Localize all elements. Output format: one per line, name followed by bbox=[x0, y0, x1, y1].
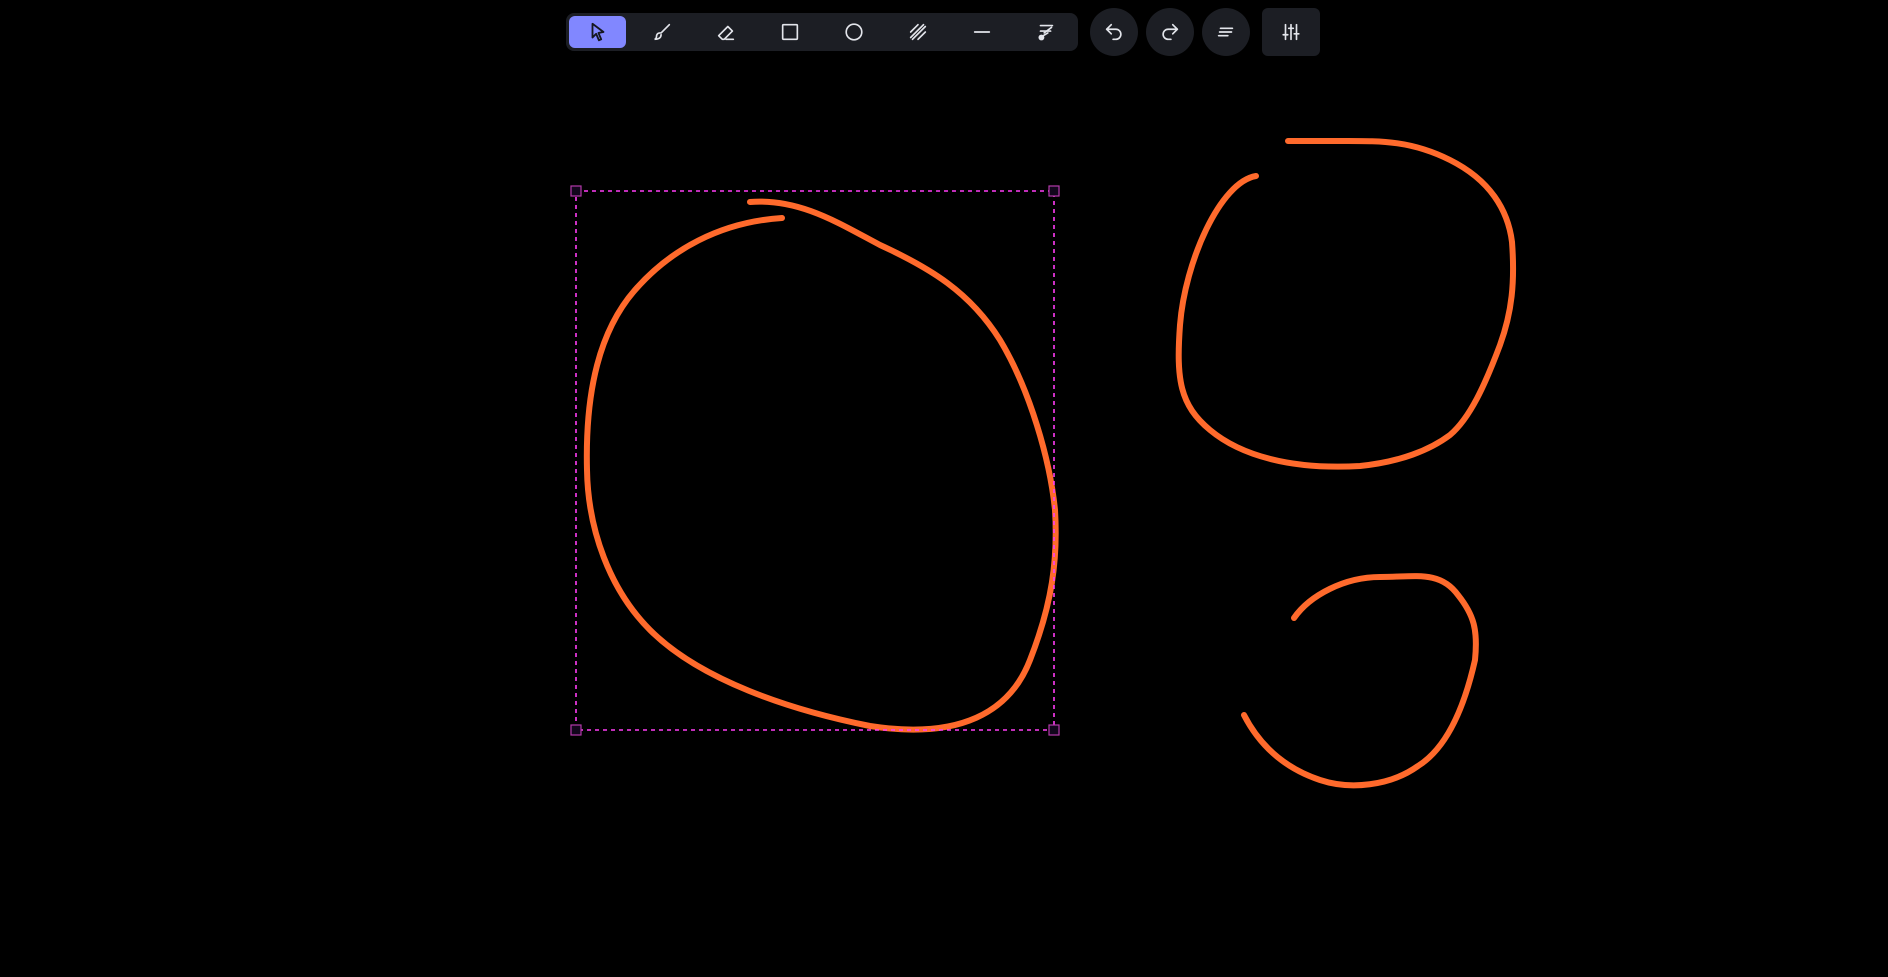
drawing-app bbox=[0, 0, 1888, 977]
drawing-canvas[interactable] bbox=[0, 0, 1888, 977]
resize-handle-top-right[interactable] bbox=[1048, 185, 1060, 197]
large-loop-stroke[interactable] bbox=[583, 198, 1059, 733]
resize-handle-top-left[interactable] bbox=[570, 185, 582, 197]
resize-handle-bottom-right[interactable] bbox=[1048, 724, 1060, 736]
resize-handle-bottom-left[interactable] bbox=[570, 724, 582, 736]
upper-right-loop-stroke[interactable] bbox=[1175, 137, 1517, 470]
selection-box[interactable] bbox=[570, 185, 1060, 736]
lower-right-loop-stroke[interactable] bbox=[1241, 573, 1479, 789]
